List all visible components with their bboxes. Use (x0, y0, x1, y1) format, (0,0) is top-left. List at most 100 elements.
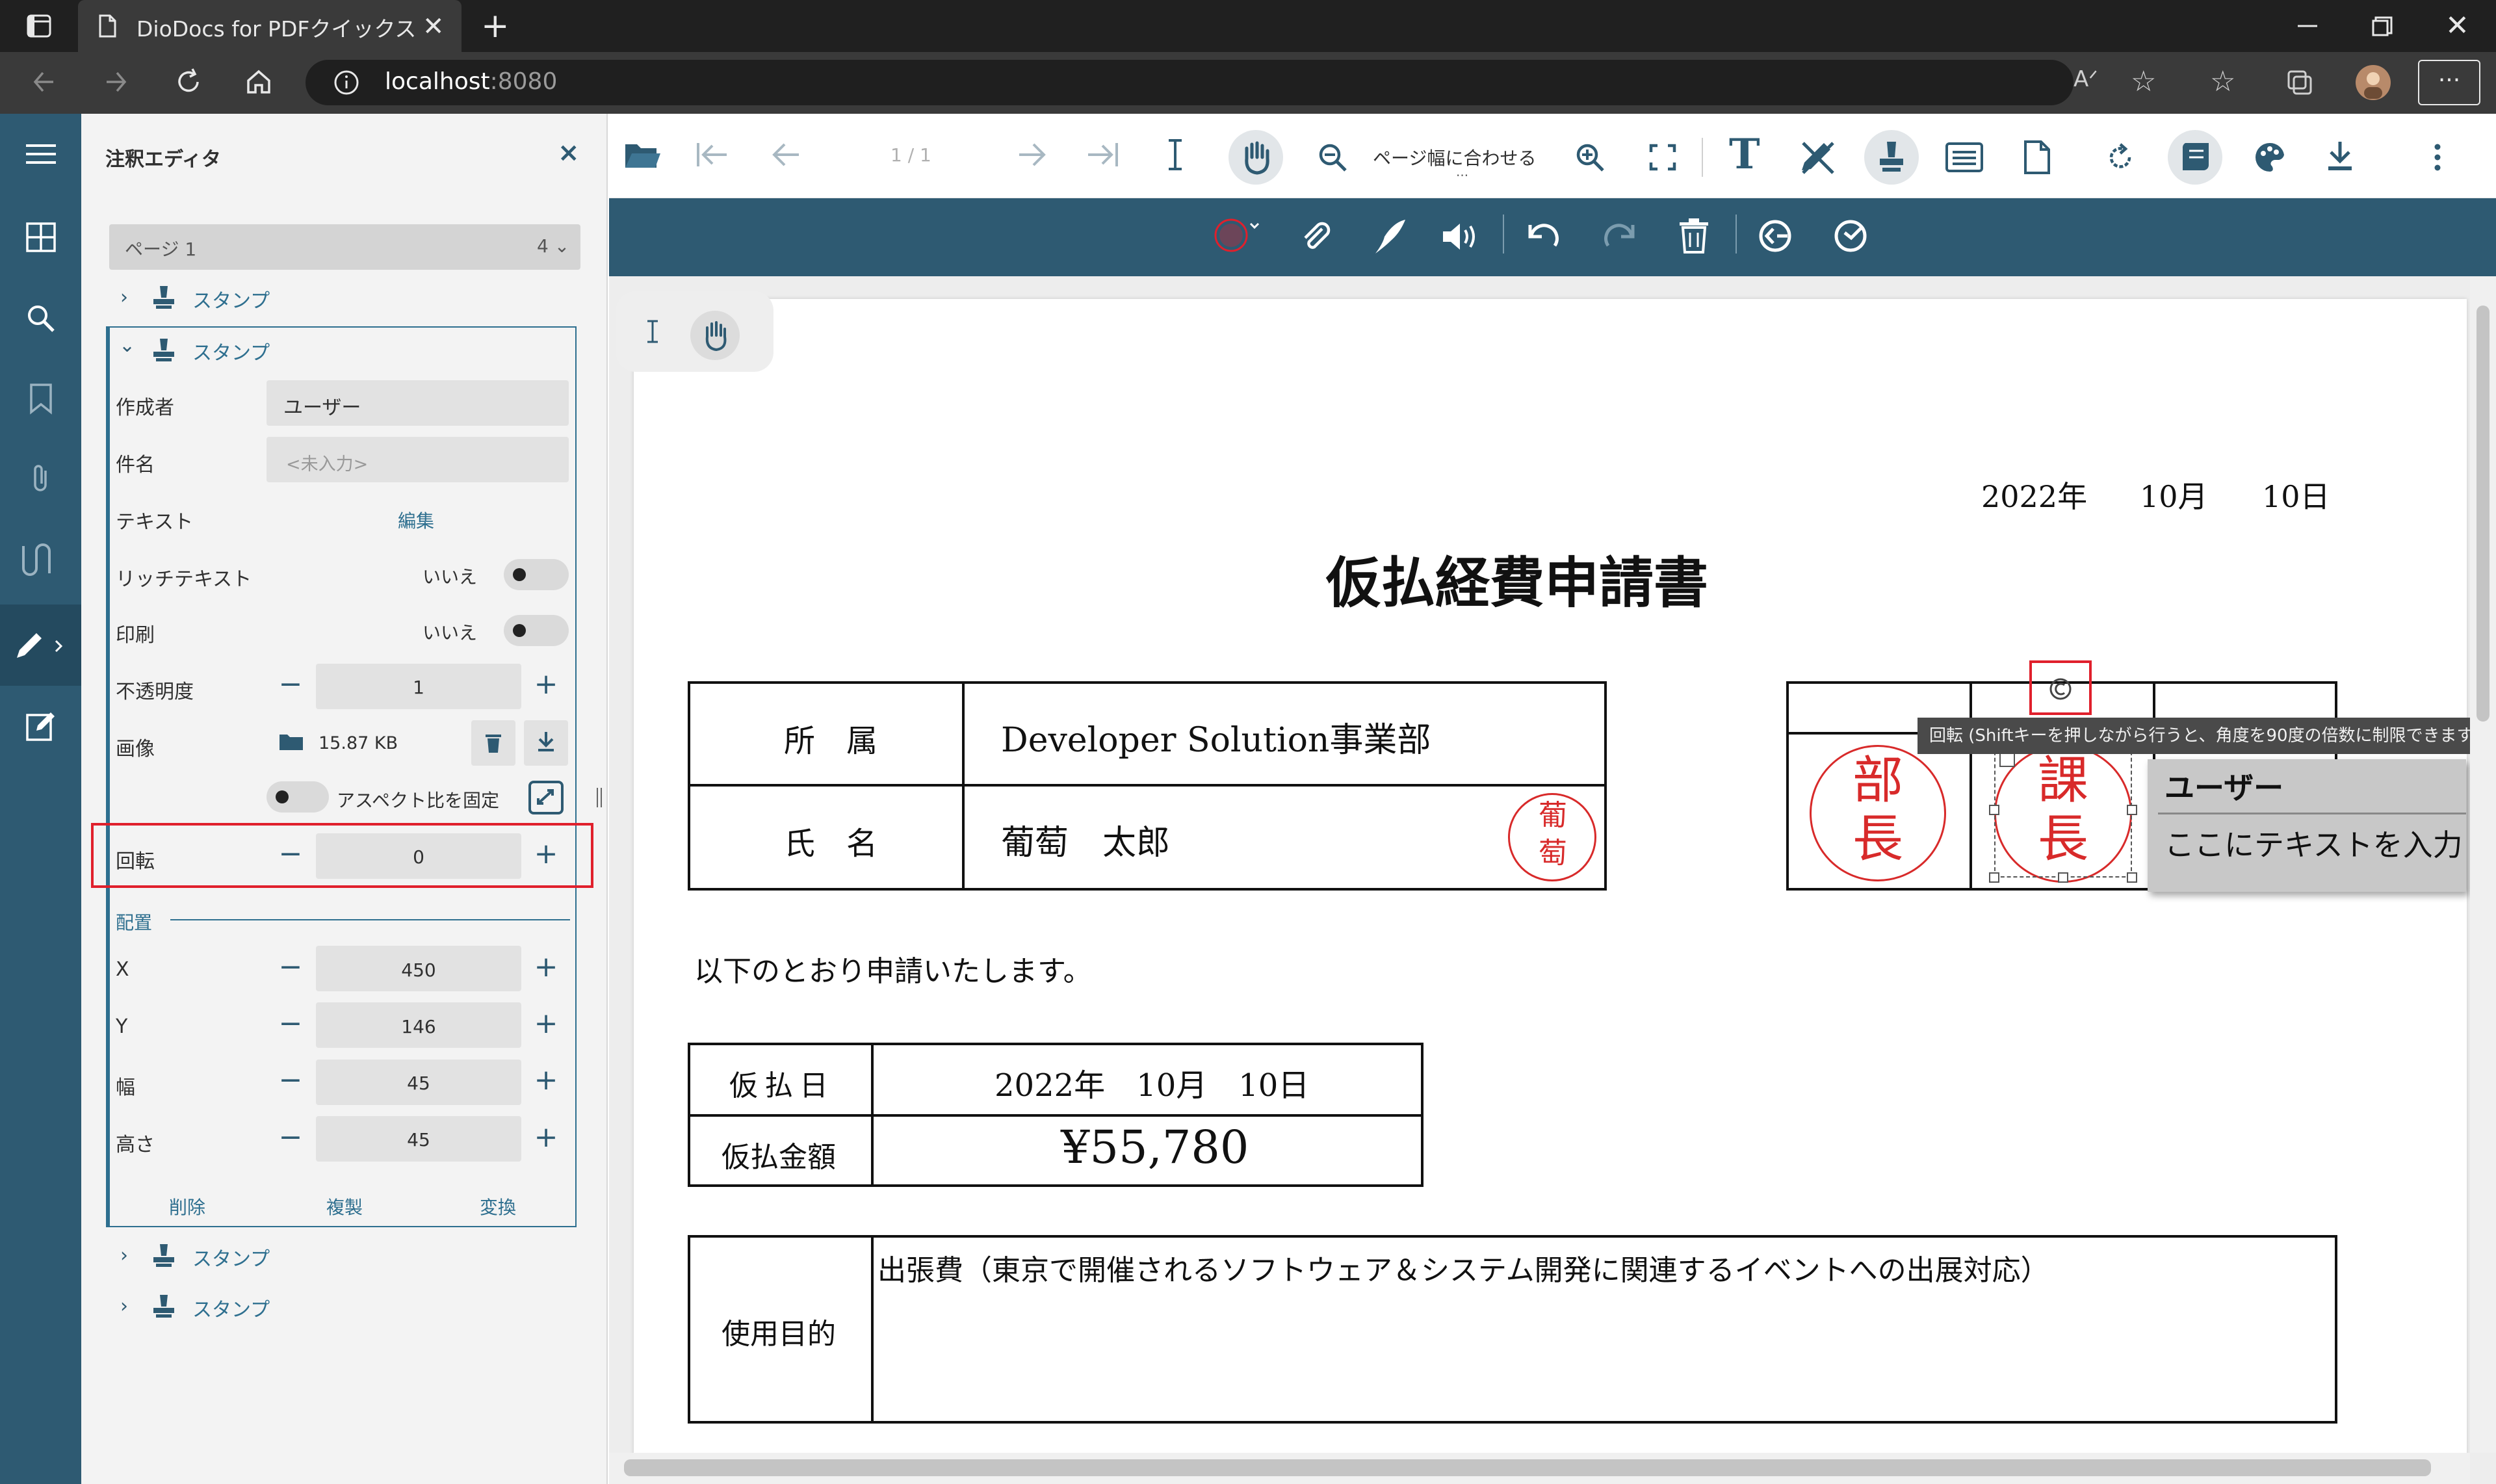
rotate-page-icon[interactable] (2105, 142, 2136, 173)
site-info-icon[interactable] (332, 68, 361, 98)
resize-handle[interactable] (2058, 872, 2068, 883)
text-select-icon[interactable] (1164, 138, 1187, 172)
zoom-out-icon[interactable] (1317, 142, 1348, 173)
duplicate-button[interactable]: 複製 (326, 1193, 363, 1219)
resize-handle[interactable] (2127, 872, 2137, 883)
annotation-editor-icon[interactable] (13, 629, 65, 662)
x-increment-button[interactable]: + (530, 953, 562, 982)
resize-handle[interactable] (1989, 805, 1999, 815)
add-favorite-icon[interactable]: ☆ (2131, 65, 2156, 98)
read-aloud-icon[interactable]: Aᐟ (2074, 66, 2098, 92)
rich-text-toggle[interactable] (504, 559, 569, 590)
zoom-mode-select[interactable]: ページ幅に合わせる (1373, 144, 1536, 170)
print-toggle[interactable] (504, 615, 569, 646)
trash-icon (483, 731, 504, 754)
form-editor-icon[interactable] (25, 710, 57, 742)
tab-actions-icon[interactable] (25, 12, 53, 40)
tab-close-icon[interactable]: ✕ (422, 12, 445, 42)
rich-text-value: いいえ (422, 566, 478, 588)
form-fields-icon[interactable] (1945, 142, 1984, 173)
new-tab-button[interactable]: + (481, 7, 510, 46)
height-decrement-button[interactable]: − (274, 1123, 307, 1152)
rotate-handle-icon[interactable] (2048, 676, 2074, 702)
y-decrement-button[interactable]: − (274, 1009, 307, 1038)
opacity-decrement-button[interactable]: − (274, 670, 307, 699)
stamp-item-label[interactable]: スタンプ (192, 285, 270, 313)
download-icon[interactable] (2324, 139, 2356, 173)
sound-icon[interactable] (1440, 220, 1481, 254)
panel-resize-handle[interactable] (597, 788, 602, 807)
redact-icon[interactable] (1756, 217, 1794, 255)
resize-handle[interactable] (1989, 872, 1999, 883)
first-page-icon[interactable] (694, 139, 731, 170)
bookmark-icon[interactable] (25, 382, 57, 415)
folder-icon[interactable] (278, 731, 304, 753)
page-indicator[interactable]: 1 / 1 (890, 144, 931, 166)
text-select-icon[interactable] (645, 319, 660, 345)
chevron-right-icon[interactable]: › (120, 286, 128, 309)
x-value: 450 (401, 959, 436, 981)
search-icon[interactable] (25, 302, 57, 335)
layout-divider (170, 919, 570, 920)
refresh-icon[interactable] (170, 64, 207, 100)
last-page-icon[interactable] (1084, 139, 1121, 170)
delete-button[interactable]: 削除 (169, 1193, 205, 1219)
width-increment-button[interactable]: + (530, 1066, 562, 1095)
minimize-icon[interactable] (2294, 14, 2320, 38)
undo-icon[interactable] (1524, 218, 1564, 252)
palette-icon[interactable] (2253, 140, 2287, 174)
rotate-increment-button[interactable]: + (530, 840, 562, 868)
vertical-scrollbar-thumb[interactable] (2476, 306, 2490, 722)
attachment-icon[interactable] (25, 463, 57, 495)
resize-fit-icon[interactable] (528, 780, 564, 815)
note-text-input[interactable]: ここにテキストを入力 (2164, 822, 2466, 865)
rotate-decrement-button[interactable]: − (274, 840, 307, 868)
thumbnails-icon[interactable] (25, 221, 57, 254)
fullscreen-icon[interactable] (1648, 143, 1677, 172)
redo-icon[interactable] (1599, 218, 1639, 252)
aspect-ratio-toggle[interactable] (266, 781, 329, 813)
maximize-icon[interactable] (2369, 14, 2395, 38)
attachment-icon[interactable] (1297, 218, 1334, 255)
collections-icon[interactable] (2285, 68, 2315, 98)
chevron-down-icon[interactable]: ⌄ (119, 334, 135, 357)
favorites-icon[interactable]: ☆ (2210, 65, 2235, 98)
panel-close-button[interactable]: × (558, 138, 580, 168)
chevron-right-icon[interactable]: › (120, 1295, 128, 1318)
new-document-icon[interactable] (2023, 139, 2051, 176)
next-page-icon[interactable] (1015, 139, 1048, 170)
stamp-item-label[interactable]: スタンプ (192, 1294, 270, 1322)
horizontal-scrollbar-thumb[interactable] (624, 1459, 2431, 1476)
x-decrement-button[interactable]: − (274, 953, 307, 982)
profile-avatar[interactable] (2354, 64, 2392, 101)
opacity-increment-button[interactable]: + (530, 670, 562, 699)
stamp-select-icon[interactable] (1210, 215, 1262, 256)
address-bar[interactable] (306, 60, 2074, 105)
forward-icon[interactable] (98, 64, 134, 100)
stamp-item-label[interactable]: スタンプ (192, 1243, 270, 1271)
previous-page-icon[interactable] (770, 139, 803, 170)
zoom-in-icon[interactable] (1574, 142, 1606, 173)
apply-redact-icon[interactable] (1832, 217, 1869, 255)
delete-annotation-icon[interactable] (1677, 217, 1711, 255)
window-close-icon[interactable]: ✕ (2445, 9, 2469, 42)
back-icon[interactable] (27, 64, 64, 100)
open-file-icon[interactable] (624, 139, 662, 170)
chevron-right-icon[interactable]: › (120, 1244, 128, 1267)
settings-menu-button[interactable]: ··· (2418, 60, 2480, 105)
text-edit-link[interactable]: 編集 (398, 507, 434, 533)
width-decrement-button[interactable]: − (274, 1066, 307, 1095)
stamp-item-label[interactable]: スタンプ (192, 337, 270, 365)
hamburger-icon[interactable] (25, 138, 57, 170)
more-options-icon[interactable] (2432, 142, 2443, 173)
height-increment-button[interactable]: + (530, 1123, 562, 1152)
page-select-label: ページ 1 (125, 239, 197, 260)
structure-icon[interactable] (20, 542, 61, 577)
text-tool-icon[interactable]: T (1729, 134, 1760, 176)
resize-handle[interactable] (2127, 805, 2137, 815)
draw-tools-icon[interactable] (1798, 138, 1838, 176)
y-increment-button[interactable]: + (530, 1009, 562, 1038)
ink-pen-icon[interactable] (1372, 217, 1408, 256)
convert-button[interactable]: 変換 (480, 1193, 516, 1219)
home-icon[interactable] (240, 64, 277, 100)
